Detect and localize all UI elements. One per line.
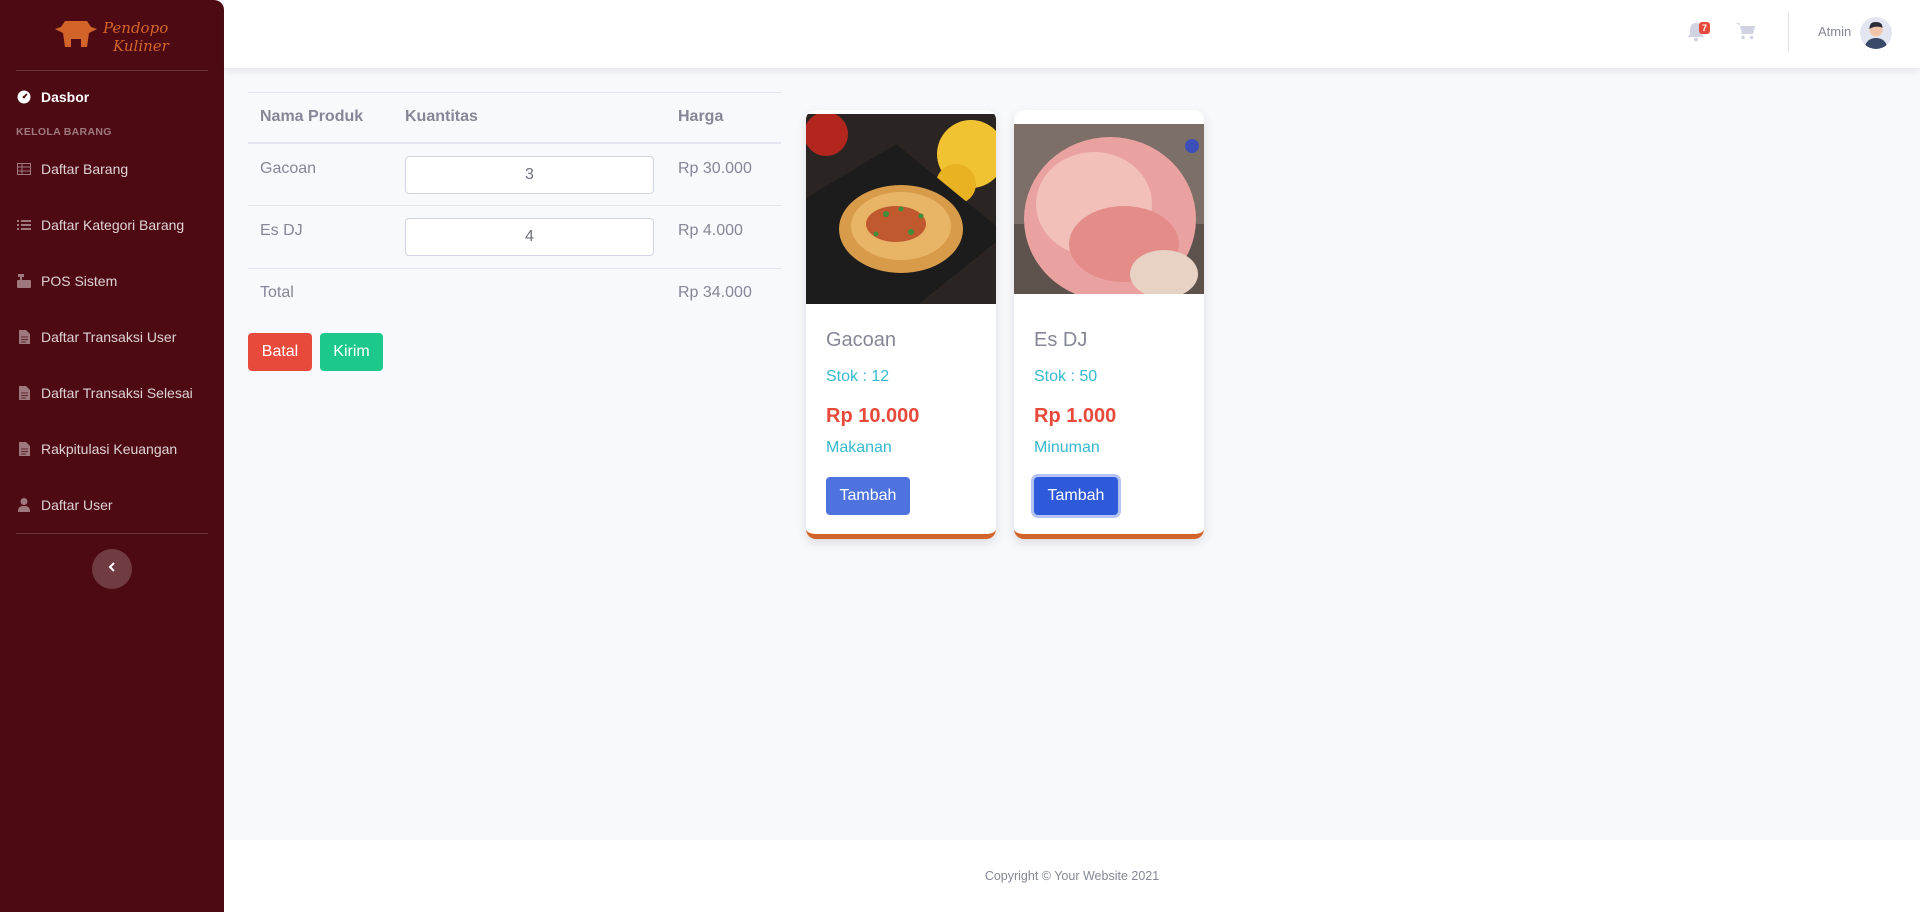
topbar: 7 Atmin — [224, 0, 1920, 68]
sidebar-item-daftar-transaksi-selesai[interactable]: Daftar Transaksi Selesai — [0, 373, 224, 413]
sidebar-item-pos-sistem[interactable]: POS Sistem — [0, 261, 224, 301]
sidebar-toggle-button[interactable] — [92, 549, 132, 589]
footer: Copyright © Your Website 2021 — [224, 840, 1920, 912]
column-header-product: Nama Produk — [248, 92, 393, 144]
sidebar-item-daftar-transaksi-user[interactable]: Daftar Transaksi User — [0, 317, 224, 357]
sidebar-item-dasbor[interactable]: Dasbor — [0, 77, 224, 117]
sidebar-item-daftar-barang[interactable]: Daftar Barang — [0, 149, 224, 189]
sidebar-item-label: Rakpitulasi Keuangan — [41, 441, 178, 457]
user-icon — [16, 497, 32, 513]
product-price: Rp 1.000 — [1034, 405, 1117, 427]
sidebar-item-rakpitulasi-keuangan[interactable]: Rakpitulasi Keuangan — [0, 429, 224, 469]
list-icon — [16, 217, 32, 233]
cart-item-name: Gacoan — [248, 142, 393, 206]
shopping-cart-icon[interactable] — [1736, 22, 1758, 44]
product-image — [806, 112, 996, 314]
table-icon — [16, 161, 32, 177]
cart-item-name: Es DJ — [248, 205, 393, 269]
product-card: Gacoan Stok : 12 Rp 10.000 Makanan Tamba… — [806, 110, 996, 539]
svg-text:Kuliner: Kuliner — [112, 37, 170, 55]
sidebar-item-label: Daftar Barang — [41, 161, 129, 177]
submit-button[interactable]: Kirim — [320, 333, 383, 371]
product-name: Es DJ — [1034, 329, 1088, 351]
cart-item-price: Rp 30.000 — [666, 142, 781, 206]
file-icon — [16, 329, 32, 345]
product-stock: Stok : 12 — [826, 368, 890, 385]
table-header-row: Nama Produk Kuantitas Harga — [248, 92, 781, 144]
product-stock: Stok : 50 — [1034, 368, 1098, 385]
chevron-left-icon — [107, 560, 117, 578]
sidebar-item-label: Daftar User — [41, 497, 113, 513]
svg-text:Pendopo: Pendopo — [102, 19, 168, 37]
quantity-input[interactable] — [405, 218, 654, 256]
file-icon — [16, 441, 32, 457]
product-name: Gacoan — [826, 329, 897, 351]
sidebar-heading: KELOLA BARANG — [16, 126, 112, 138]
sidebar-item-label: Dasbor — [41, 89, 90, 105]
product-category: Makanan — [826, 439, 892, 456]
sidebar-divider — [16, 533, 208, 534]
sidebar: Pendopo Kuliner Dasbor KELOLA BARANG Daf… — [0, 0, 224, 912]
product-card: Es DJ Stok : 50 Rp 1.000 Minuman Tambah — [1014, 110, 1204, 539]
total-label: Total — [248, 268, 393, 317]
total-row: Total Rp 34.000 — [248, 268, 781, 317]
cart-item-price: Rp 4.000 — [666, 205, 781, 269]
sidebar-item-label: Daftar Transaksi User — [41, 329, 177, 345]
tachometer-icon — [16, 89, 32, 105]
cash-register-icon — [16, 273, 32, 289]
file-icon — [16, 385, 32, 401]
product-category: Minuman — [1034, 439, 1100, 456]
column-header-quantity: Kuantitas — [393, 92, 666, 144]
product-price: Rp 10.000 — [826, 405, 920, 427]
add-to-cart-button[interactable]: Tambah — [1034, 477, 1118, 515]
copyright-text: Copyright © Your Website 2021 — [984, 869, 1160, 883]
sidebar-item-daftar-kategori-barang[interactable]: Daftar Kategori Barang — [0, 205, 224, 245]
sidebar-item-label: POS Sistem — [41, 273, 118, 289]
notification-count-badge: 7 — [1699, 22, 1711, 34]
total-value: Rp 34.000 — [666, 268, 781, 317]
cart-table: Nama Produk Kuantitas Harga Gacoan Rp 30… — [248, 92, 781, 317]
brand-logo[interactable]: Pendopo Kuliner — [0, 0, 224, 70]
table-row: Gacoan Rp 30.000 — [248, 142, 781, 206]
sidebar-item-label: Daftar Kategori Barang — [41, 217, 185, 233]
cancel-button[interactable]: Batal — [248, 333, 312, 371]
sidebar-divider — [16, 70, 208, 71]
user-name[interactable]: Atmin — [1818, 24, 1851, 39]
quantity-input[interactable] — [405, 155, 654, 194]
product-image — [1014, 124, 1204, 301]
column-header-price: Harga — [666, 92, 781, 144]
table-row: Es DJ Rp 4.000 — [248, 205, 781, 269]
avatar[interactable] — [1860, 17, 1892, 49]
topbar-divider — [1788, 12, 1789, 52]
sidebar-item-daftar-user[interactable]: Daftar User — [0, 485, 224, 525]
sidebar-item-label: Daftar Transaksi Selesai — [41, 385, 193, 401]
add-to-cart-button[interactable]: Tambah — [826, 477, 910, 515]
